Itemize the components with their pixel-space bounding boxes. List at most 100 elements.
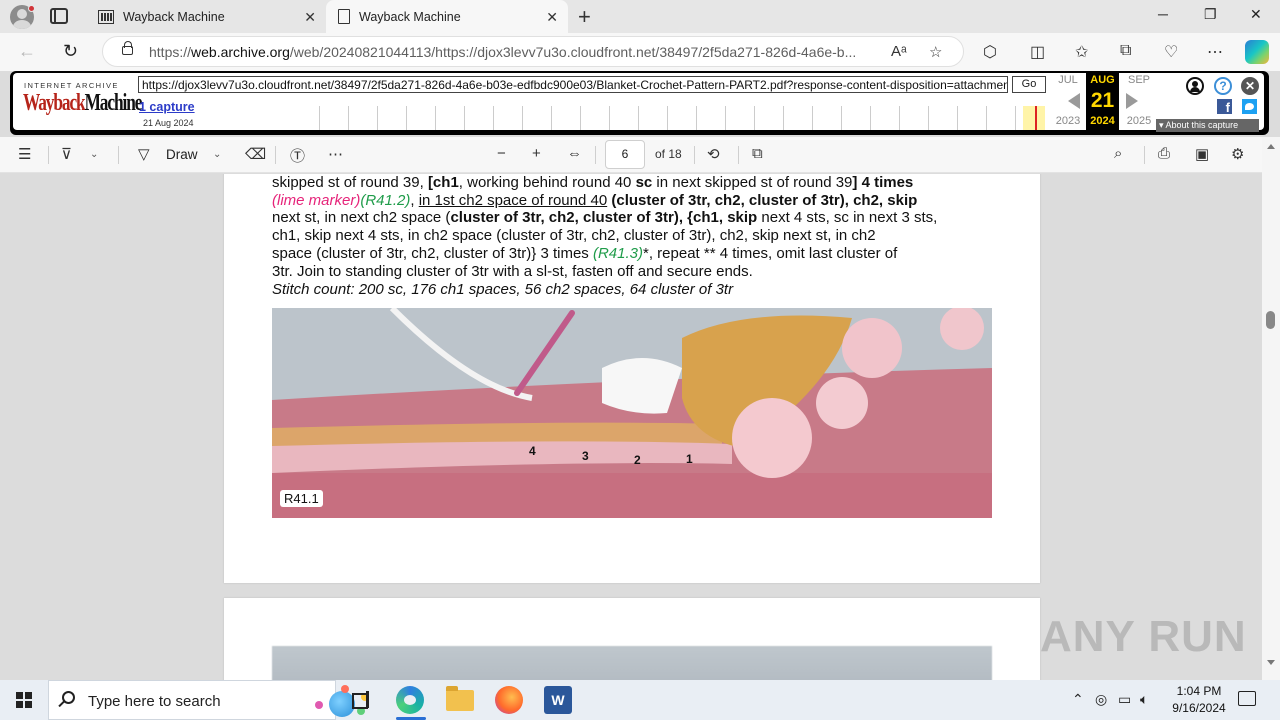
close-window-icon[interactable]: ✕: [1250, 6, 1262, 23]
draw-dropdown-icon[interactable]: ⌄: [213, 149, 221, 160]
table-of-contents-icon[interactable]: ☰: [18, 145, 31, 163]
url-text[interactable]: https://web.archive.org/web/202408210441…: [149, 44, 879, 60]
about-capture-button[interactable]: ▾ About this capture: [1156, 119, 1259, 132]
collections-icon[interactable]: ⧉: [1120, 42, 1131, 60]
draw-icon[interactable]: ▽: [138, 145, 150, 163]
sparkline-month-tick: [406, 106, 407, 130]
pdf-document-area[interactable]: skipped st of round 39, [ch1, working be…: [0, 174, 1262, 680]
scroll-down-icon[interactable]: [1267, 660, 1275, 665]
sparkline-month-tick: [928, 106, 929, 130]
prev-capture-arrow-icon[interactable]: [1068, 93, 1080, 109]
tray-overflow-chevron-icon[interactable]: ⌃: [1072, 691, 1084, 708]
highlight-dropdown-icon[interactable]: ⌄: [90, 149, 98, 160]
close-tab-icon[interactable]: ✕: [304, 9, 316, 26]
twitter-icon[interactable]: [1242, 99, 1257, 114]
tab-title: Wayback Machine: [123, 9, 225, 24]
zoom-in-icon[interactable]: +: [532, 145, 541, 162]
wayback-favicon-icon: [98, 9, 114, 24]
wayback-logo[interactable]: WaybackMachine: [23, 90, 142, 117]
wayback-user-icon[interactable]: [1186, 77, 1204, 95]
more-options-icon[interactable]: ⋯: [1207, 42, 1223, 62]
help-icon[interactable]: ?: [1214, 77, 1232, 95]
close-wayback-icon[interactable]: ✕: [1241, 77, 1259, 95]
word-icon[interactable]: W: [544, 686, 572, 714]
pattern-line: ch1, skip next 4 sts, in ch2 space (clus…: [272, 227, 876, 245]
sparkline-month-tick: [377, 106, 378, 130]
tab-actions-icon[interactable]: [50, 8, 68, 24]
scroll-up-icon[interactable]: [1267, 144, 1275, 149]
print-icon[interactable]: ⎙: [1158, 145, 1170, 162]
next-year-label[interactable]: 2025: [1123, 115, 1155, 127]
task-view-icon[interactable]: [348, 686, 376, 714]
highlight-icon[interactable]: ⊽: [61, 145, 72, 163]
next-month-label[interactable]: SEP: [1123, 74, 1155, 86]
vertical-scrollbar[interactable]: [1262, 137, 1280, 680]
settings-gear-icon[interactable]: ⚙: [1231, 145, 1244, 163]
stitch-number-label: 3: [582, 449, 589, 463]
go-button[interactable]: Go: [1012, 76, 1046, 93]
facebook-icon[interactable]: f: [1217, 99, 1232, 115]
lock-icon[interactable]: [122, 41, 133, 55]
favorites-icon[interactable]: ✩: [1075, 42, 1088, 62]
erase-icon[interactable]: ⌫: [245, 145, 266, 163]
search-icon[interactable]: ⌕: [1114, 145, 1122, 162]
internet-archive-label[interactable]: INTERNET ARCHIVE: [24, 81, 119, 90]
page-number-input[interactable]: 6: [605, 140, 645, 169]
url-field[interactable]: https://web.archive.org/web/202408210441…: [102, 36, 964, 67]
pattern-line: (lime marker)(R41.2), in 1st ch2 space o…: [272, 191, 918, 209]
prev-year-label[interactable]: 2023: [1052, 115, 1084, 127]
read-aloud-icon[interactable]: Aᵃ: [891, 43, 907, 60]
notifications-icon[interactable]: [1238, 691, 1256, 706]
toolbar-divider: [118, 146, 119, 164]
rotate-icon[interactable]: ⟲: [707, 145, 720, 163]
toolbar-divider: [738, 146, 739, 164]
capture-marker[interactable]: [1035, 106, 1037, 130]
pattern-text: skipped st of round 39, [ch1, working be…: [272, 174, 992, 298]
zoom-out-icon[interactable]: −: [497, 145, 506, 162]
tab-wayback-1[interactable]: Wayback Machine ✕: [86, 0, 326, 33]
capture-sparkline[interactable]: [319, 106, 1049, 130]
fit-to-width-icon[interactable]: ⇔: [567, 145, 582, 162]
pattern-line: 3tr. Join to standing cluster of 3tr wit…: [272, 262, 753, 280]
edge-browser-icon[interactable]: [396, 686, 424, 714]
prev-month-label[interactable]: JUL: [1052, 74, 1084, 86]
text-box-icon[interactable]: Ⓣ: [290, 145, 305, 166]
back-icon[interactable]: ←: [18, 41, 36, 62]
next-capture-arrow-icon[interactable]: [1126, 93, 1138, 109]
sparkline-month-tick: [435, 106, 436, 130]
draw-button[interactable]: Draw: [166, 147, 198, 162]
browser-essentials-icon[interactable]: ♡: [1164, 42, 1178, 62]
favorite-star-icon[interactable]: ☆: [929, 43, 942, 61]
stitch-number-label: 1: [686, 452, 693, 466]
pattern-line: space (cluster of 3tr, ch2, cluster of 3…: [272, 244, 898, 262]
clock-date: 9/16/2024: [1172, 701, 1226, 715]
captures-link[interactable]: 1 capture: [139, 100, 195, 114]
minimize-icon[interactable]: ─: [1158, 6, 1168, 22]
sparkline-month-tick: [667, 106, 668, 130]
photo-caption-badge: R41.1: [280, 490, 323, 507]
firefox-icon[interactable]: [495, 686, 523, 714]
sparkline-month-tick: [696, 106, 697, 130]
system-clock[interactable]: 1:04 PM 9/16/2024: [1160, 683, 1238, 717]
volume-icon[interactable]: 🔈︎: [1140, 691, 1148, 708]
meet-now-icon[interactable]: ◎: [1095, 691, 1107, 708]
scrollbar-thumb[interactable]: [1266, 311, 1275, 329]
copilot-icon[interactable]: [1245, 40, 1269, 64]
wayback-url-input[interactable]: https://djox3levv7u3o.cloudfront.net/384…: [138, 76, 1008, 93]
refresh-icon[interactable]: ↻: [63, 41, 78, 62]
taskbar-search-box[interactable]: Type here to search: [48, 680, 369, 720]
toolbar-divider: [595, 146, 596, 164]
restore-icon[interactable]: ❐: [1204, 6, 1217, 23]
split-screen-icon[interactable]: ◫: [1030, 42, 1045, 62]
file-explorer-icon[interactable]: [446, 686, 474, 711]
more-tools-icon[interactable]: ⋯: [328, 145, 343, 163]
new-tab-icon[interactable]: +: [578, 4, 591, 30]
save-icon[interactable]: ▣: [1195, 145, 1209, 163]
network-icon[interactable]: ▭: [1118, 691, 1131, 708]
windows-start-icon[interactable]: [16, 692, 32, 708]
tab-wayback-2[interactable]: Wayback Machine ✕: [326, 0, 568, 33]
wayback-toolbar: INTERNET ARCHIVE WaybackMachine https://…: [10, 71, 1269, 135]
page-view-icon[interactable]: ⧉: [752, 145, 763, 162]
close-tab-icon[interactable]: ✕: [546, 9, 558, 26]
extensions-icon[interactable]: ⬡: [983, 42, 997, 62]
